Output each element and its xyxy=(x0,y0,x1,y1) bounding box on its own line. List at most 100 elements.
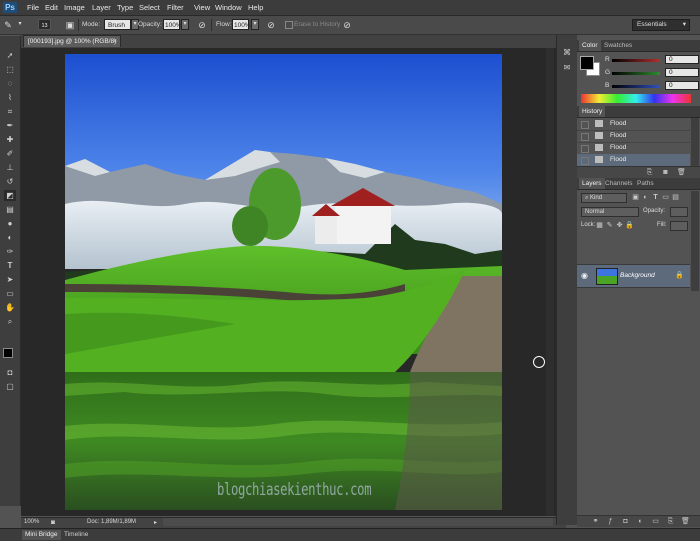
tool-preset-arrow-icon[interactable]: ▾ xyxy=(16,20,24,31)
blue-channel-slider[interactable] xyxy=(612,85,660,88)
tab-color[interactable]: Color xyxy=(579,40,601,51)
history-brush-tool-icon[interactable]: ↺ xyxy=(4,176,16,187)
layer-fill-input[interactable] xyxy=(670,221,688,231)
lock-position-icon[interactable]: ✥ xyxy=(615,221,624,230)
hand-tool-icon[interactable]: ✋ xyxy=(4,302,16,313)
blur-tool-icon[interactable]: ● xyxy=(4,218,16,229)
type-filter-icon[interactable]: T xyxy=(651,193,660,202)
trash-icon[interactable]: 🗑 xyxy=(677,168,686,177)
lock-transparency-icon[interactable]: ▦ xyxy=(595,221,604,230)
blue-channel-input[interactable]: 0 xyxy=(665,81,699,90)
tab-timeline[interactable]: Timeline xyxy=(61,530,91,540)
layer-style-fx-icon[interactable]: ƒ xyxy=(606,517,615,526)
new-document-from-state-icon[interactable]: ⎘ xyxy=(645,168,654,177)
zoom-tool-icon[interactable]: ⌕ xyxy=(4,316,16,327)
menu-filter[interactable]: Filter xyxy=(167,3,184,12)
tab-layers[interactable]: Layers xyxy=(579,178,605,189)
history-scrollbar[interactable] xyxy=(691,118,699,166)
brush-panel-icon[interactable]: ▣ xyxy=(64,19,76,31)
snapshot-camera-icon[interactable]: ◙ xyxy=(661,168,670,177)
quick-mask-icon[interactable]: ◘ xyxy=(4,367,16,378)
color-spectrum-bar[interactable] xyxy=(581,94,691,103)
menu-type[interactable]: Type xyxy=(117,3,133,12)
new-group-folder-icon[interactable]: ▭ xyxy=(651,517,660,526)
airbrush-icon[interactable]: ⊘ xyxy=(265,19,277,31)
brush-tool-icon[interactable]: ✐ xyxy=(4,148,16,159)
tab-channels[interactable]: Channels xyxy=(602,178,635,189)
adjustment-filter-icon[interactable]: ◐ xyxy=(641,193,650,202)
pressure-size-icon[interactable]: ⊘ xyxy=(341,19,353,31)
visibility-eye-icon[interactable]: ◉ xyxy=(581,271,588,280)
menu-help[interactable]: Help xyxy=(248,3,263,12)
properties-panel-icon[interactable]: ✉ xyxy=(561,62,573,73)
status-menu-icon[interactable]: ◙ xyxy=(51,519,55,526)
foreground-color-swatch[interactable] xyxy=(3,348,13,358)
layers-scrollbar[interactable] xyxy=(691,191,699,291)
history-panel-icon[interactable]: ⌘ xyxy=(561,47,573,58)
new-layer-icon[interactable]: ⎘ xyxy=(666,517,675,526)
tab-history[interactable]: History xyxy=(579,106,606,117)
quick-selection-tool-icon[interactable]: ⌇ xyxy=(4,92,16,103)
smart-object-filter-icon[interactable]: ▤ xyxy=(671,193,680,202)
shape-filter-icon[interactable]: ▭ xyxy=(661,193,670,202)
trash-icon[interactable]: 🗑 xyxy=(681,517,690,526)
red-channel-slider[interactable] xyxy=(612,59,660,62)
history-brush-source-checkbox[interactable] xyxy=(581,145,589,153)
red-channel-input[interactable]: 0 xyxy=(665,55,699,64)
menu-edit[interactable]: Edit xyxy=(45,3,58,12)
lock-pixels-icon[interactable]: ✎ xyxy=(605,221,614,230)
type-tool-icon[interactable]: T xyxy=(4,260,16,271)
green-channel-slider[interactable] xyxy=(612,72,660,75)
lock-all-icon[interactable]: 🔒 xyxy=(625,221,634,230)
layer-filter-kind-select[interactable]: ⌕ Kind xyxy=(581,193,627,203)
eraser-tool-icon[interactable]: ◩ xyxy=(4,190,16,201)
brush-size-preview[interactable]: 13 xyxy=(38,19,51,30)
menu-select[interactable]: Select xyxy=(139,3,160,12)
pen-tool-icon[interactable]: ✑ xyxy=(4,246,16,257)
blend-mode-select[interactable]: Normal xyxy=(581,207,639,217)
foreground-color-chip[interactable] xyxy=(580,56,594,70)
healing-brush-tool-icon[interactable]: ✚ xyxy=(4,134,16,145)
tab-swatches[interactable]: Swatches xyxy=(601,40,635,51)
tab-paths[interactable]: Paths xyxy=(634,178,657,189)
pressure-opacity-icon[interactable]: ⊘ xyxy=(196,19,208,31)
gradient-tool-icon[interactable]: ▤ xyxy=(4,204,16,215)
close-icon[interactable]: × xyxy=(113,36,117,47)
flow-input[interactable]: 100% xyxy=(232,19,251,30)
tab-mini-bridge[interactable]: Mini Bridge xyxy=(22,530,61,540)
menu-view[interactable]: View xyxy=(194,3,210,12)
erase-to-history-checkbox[interactable] xyxy=(285,21,293,29)
history-brush-source-checkbox[interactable] xyxy=(581,133,589,141)
opacity-dropdown-icon[interactable]: ▾ xyxy=(181,19,189,30)
menu-file[interactable]: File xyxy=(27,3,39,12)
mode-select[interactable]: Brush xyxy=(104,19,131,30)
link-layers-icon[interactable]: ⚭ xyxy=(591,517,600,526)
menu-image[interactable]: Image xyxy=(64,3,85,12)
eraser-tool-icon[interactable]: ✎ xyxy=(2,19,14,31)
horizontal-scrollbar[interactable] xyxy=(163,518,553,526)
flow-dropdown-icon[interactable]: ▾ xyxy=(251,19,259,30)
adjustment-layer-icon[interactable]: ◐ xyxy=(636,517,645,526)
screen-mode-icon[interactable]: ▢ xyxy=(4,381,16,392)
crop-tool-icon[interactable]: ⌗ xyxy=(4,106,16,117)
zoom-level[interactable]: 100% xyxy=(24,519,39,525)
add-mask-icon[interactable]: ◘ xyxy=(621,517,630,526)
history-brush-source-checkbox[interactable] xyxy=(581,157,589,165)
status-arrow-icon[interactable]: ▸ xyxy=(154,519,157,526)
menu-layer[interactable]: Layer xyxy=(92,3,111,12)
document-canvas[interactable]: blogchiasekienthuc.com xyxy=(65,54,502,510)
eyedropper-tool-icon[interactable]: ✒ xyxy=(4,120,16,131)
menu-window[interactable]: Window xyxy=(215,3,242,12)
rectangle-tool-icon[interactable]: ▭ xyxy=(4,288,16,299)
history-brush-source-checkbox[interactable] xyxy=(581,121,589,129)
pixel-filter-icon[interactable]: ▣ xyxy=(631,193,640,202)
dodge-tool-icon[interactable]: ◐ xyxy=(4,232,16,243)
vertical-scrollbar[interactable] xyxy=(546,48,554,516)
clone-stamp-tool-icon[interactable]: ⊥ xyxy=(4,162,16,173)
document-tab[interactable]: [000193].jpg @ 100% (RGB/8) * × xyxy=(23,35,121,56)
workspace-switcher[interactable]: Essentials ▾ xyxy=(632,19,690,31)
path-selection-tool-icon[interactable]: ➤ xyxy=(4,274,16,285)
green-channel-input[interactable]: 0 xyxy=(665,68,699,77)
marquee-tool-icon[interactable]: ⬚ xyxy=(4,64,16,75)
layer-row-background[interactable]: ◉ Background 🔒 xyxy=(577,264,690,288)
